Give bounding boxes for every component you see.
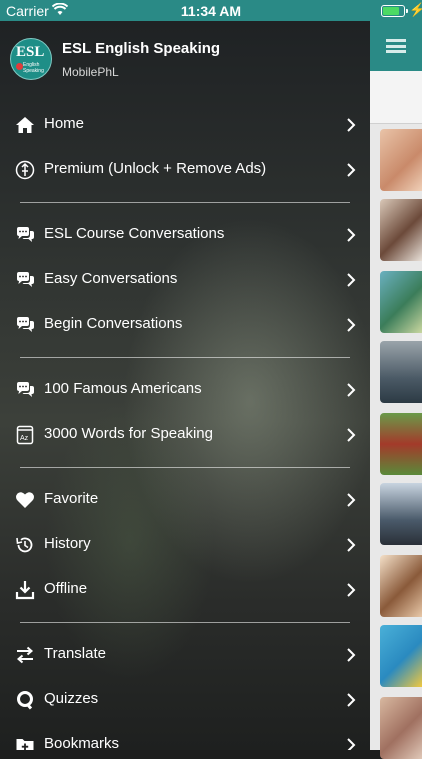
app-title: ESL English Speaking [62,40,221,57]
battery-level [383,7,400,15]
lesson-thumbnail[interactable] [380,341,422,403]
charging-icon: ⚡ [409,2,422,17]
lesson-thumbnail[interactable] [380,413,422,475]
chevron-right-icon [347,163,356,177]
menu-item-quizzes[interactable]: Quizzes [0,678,370,723]
chat-bubbles-icon [17,227,34,242]
drawer-header: ESL English Speaking ESL English Speakin… [0,21,370,101]
menu-divider [20,202,350,203]
menu-item-label: Begin Conversations [44,315,183,332]
lesson-thumbnail[interactable] [380,625,422,687]
menu-item-label: Home [44,115,85,132]
menu-item-bookmarks[interactable]: Bookmarks [0,723,370,750]
download-icon [15,581,35,600]
lesson-thumbnail[interactable] [380,555,422,617]
menu-item-label: Offline [44,580,88,597]
menu-item-label: 3000 Words for Speaking [44,425,213,442]
chevron-right-icon [347,228,356,242]
chevron-right-icon [347,583,356,597]
chat-bubbles-icon [17,382,34,397]
chevron-right-icon [347,318,356,332]
menu-item-easy-conversations[interactable]: Easy Conversations [0,258,370,303]
menu-item-label: ESL Course Conversations [44,225,225,242]
lesson-thumbnail[interactable] [380,199,422,261]
menu-item-label: Translate [44,645,106,662]
main-navbar [370,21,422,71]
chevron-right-icon [347,648,356,662]
menu-item-offline[interactable]: Offline [0,568,370,613]
menu-item-translate[interactable]: Translate [0,633,370,678]
menu-item-begin-conversations[interactable]: Begin Conversations [0,303,370,348]
side-drawer: ESL English Speaking ESL English Speakin… [0,21,370,750]
chat-bubbles-icon [17,317,34,332]
chevron-right-icon [347,538,356,552]
premium-icon [15,160,35,180]
status-time: 11:34 AM [180,3,242,19]
folder-add-icon [16,739,34,750]
chevron-right-icon [347,383,356,397]
menu-item-favorite[interactable]: Favorite [0,478,370,523]
history-icon [16,537,33,553]
quiz-icon [17,691,33,710]
svg-text:Az: Az [20,435,29,442]
menu-item-label: History [44,535,91,552]
chat-bubbles-icon [17,272,34,287]
chevron-right-icon [347,273,356,287]
chevron-right-icon [347,493,356,507]
menu-item-label: Easy Conversations [44,270,178,287]
main-content-peek[interactable] [370,21,422,759]
menu-divider [20,357,350,358]
lesson-thumbnail[interactable] [380,129,422,191]
chevron-right-icon [347,693,356,707]
menu-item-label: Premium (Unlock + Remove Ads) [44,160,267,177]
menu-item-label: Favorite [44,490,99,507]
chevron-right-icon [347,428,356,442]
menu-item-history[interactable]: History [0,523,370,568]
swap-arrows-icon [16,646,34,664]
menu-item-label: Quizzes [44,690,99,707]
main-subheader [370,71,422,124]
menu-divider [20,467,350,468]
menu-item-label: 100 Famous Americans [44,380,202,397]
menu-item-home[interactable]: Home [0,103,370,148]
battery-icon [381,5,408,17]
app-logo: ESL English Speaking [10,38,52,80]
menu-item-3000-words-for-speaking[interactable]: Az 3000 Words for Speaking [0,413,370,458]
home-icon [16,117,34,133]
app-developer: MobilePhL [62,65,119,79]
heart-icon [16,492,34,508]
chevron-right-icon [347,118,356,132]
lesson-thumbnail[interactable] [380,271,422,333]
chevron-right-icon [347,738,356,750]
menu-item-label: Bookmarks [44,735,120,750]
menu-item-esl-course-conversations[interactable]: ESL Course Conversations [0,213,370,258]
status-bar: Carrier 11:34 AM ⚡ [0,0,422,21]
hamburger-menu-icon[interactable] [386,39,406,53]
dictionary-icon: Az [16,425,34,445]
menu-item-100-famous-americans[interactable]: 100 Famous Americans [0,368,370,413]
menu-divider [20,622,350,623]
menu-item-premium-unlock-remove-ads[interactable]: Premium (Unlock + Remove Ads) [0,148,370,193]
lesson-thumbnail[interactable] [380,483,422,545]
